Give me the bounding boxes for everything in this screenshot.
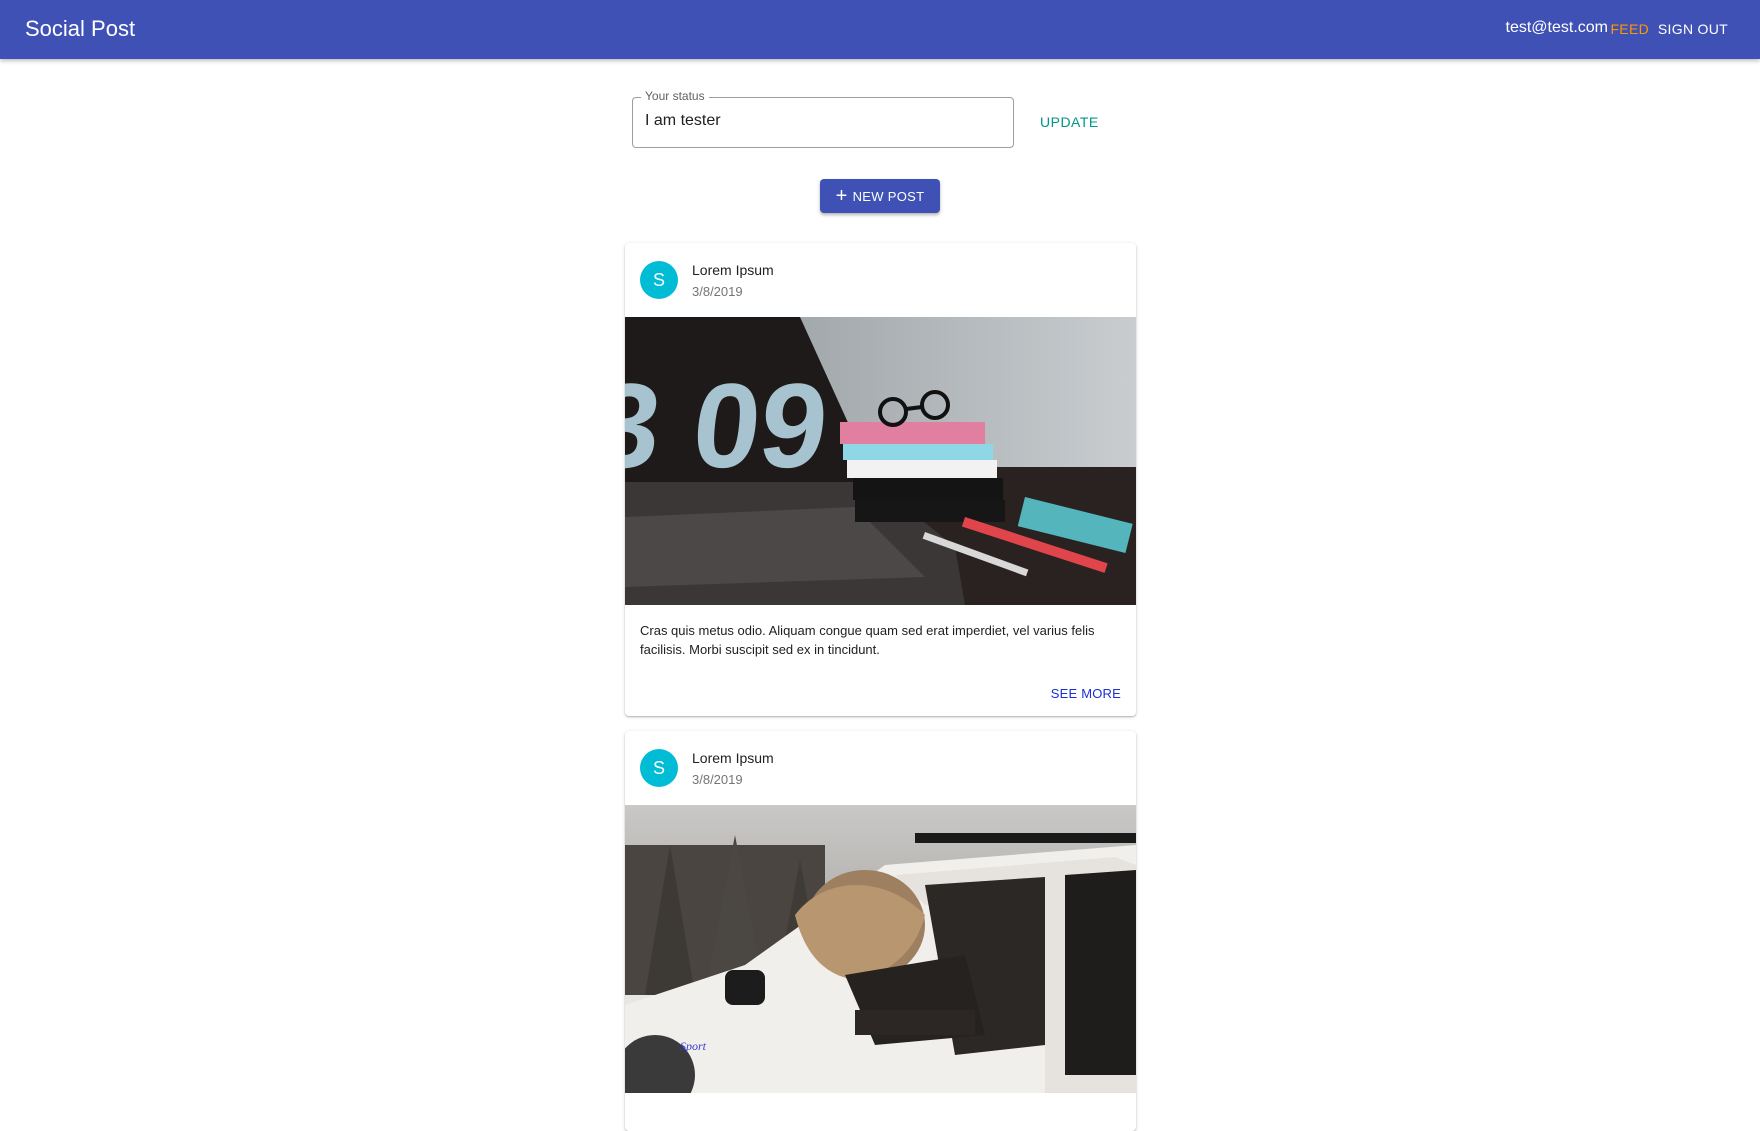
new-post-label: NEW POST — [852, 188, 925, 204]
post-date: 3/8/2019 — [692, 772, 743, 787]
sign-out-button[interactable]: SIGN OUT — [1658, 21, 1728, 37]
post-image: Sport — [625, 805, 1136, 1093]
user-email: test@test.com — [1505, 19, 1609, 36]
app-title: Social Post — [25, 16, 136, 41]
svg-text:Sport: Sport — [680, 1039, 707, 1053]
new-post-button[interactable]: + NEW POST — [820, 179, 940, 213]
status-input[interactable] — [645, 112, 995, 130]
status-field: Your status — [632, 89, 1014, 148]
post-text: Cras quis metus odio. Aliquam congue qua… — [640, 623, 1095, 657]
post-card: S Lorem Ipsum 3/8/2019 Sport — [625, 731, 1136, 1131]
post-author: Lorem Ipsum — [692, 750, 774, 766]
post-card: S Lorem Ipsum 3/8/2019 3 09 Cras quis me… — [625, 243, 1136, 716]
avatar: S — [640, 261, 678, 299]
see-more-button[interactable]: SEE MORE — [1051, 686, 1121, 701]
status-field-label: Your status — [641, 89, 709, 103]
nav-feed-link[interactable]: FEED — [1610, 21, 1649, 37]
woman-car-window-photo: Sport — [625, 805, 1136, 1093]
svg-text:3 09: 3 09 — [625, 359, 834, 493]
post-image: 3 09 — [625, 317, 1136, 605]
post-date: 3/8/2019 — [692, 284, 743, 299]
post-author: Lorem Ipsum — [692, 262, 774, 278]
update-button[interactable]: UPDATE — [1040, 114, 1099, 130]
laptop-books-photo: 3 09 — [625, 317, 1136, 605]
plus-icon: + — [835, 185, 848, 207]
app-bar: Social Post test@test.com FEED SIGN OUT — [0, 0, 1760, 59]
avatar: S — [640, 749, 678, 787]
